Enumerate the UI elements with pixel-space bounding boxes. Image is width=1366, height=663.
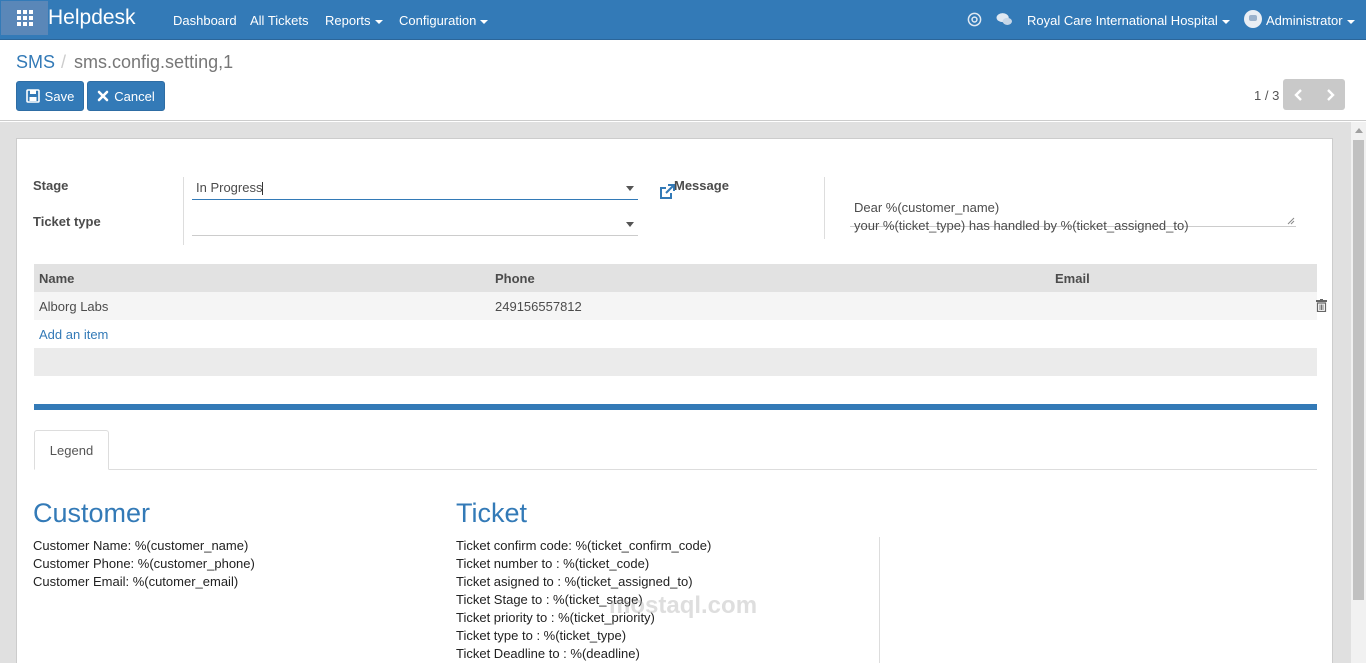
label-divider	[183, 177, 184, 245]
pager-next-button[interactable]	[1314, 79, 1345, 110]
pager-value[interactable]: 1 / 3	[1254, 88, 1279, 103]
cancel-button-label: Cancel	[114, 88, 155, 104]
legend-line: Ticket number to : %(ticket_code)	[456, 556, 650, 571]
chevron-right-icon	[1326, 88, 1335, 101]
stage-label: Stage	[33, 178, 69, 193]
cancel-button[interactable]: Cancel	[87, 81, 165, 111]
legend-line: Customer Email: %(cutomer_email)	[33, 574, 239, 589]
table-row[interactable]: Alborg Labs 249156557812	[34, 292, 1327, 320]
vertical-scrollbar[interactable]	[1351, 122, 1366, 663]
app-brand[interactable]: Helpdesk	[48, 6, 136, 30]
avatar[interactable]	[1244, 10, 1262, 28]
resize-handle-icon[interactable]	[1287, 217, 1295, 225]
chevron-down-icon[interactable]	[626, 186, 634, 191]
breadcrumb-parent[interactable]: SMS	[16, 52, 55, 72]
menu-reports[interactable]: Reports	[325, 13, 383, 28]
apps-menu-icon[interactable]	[1, 1, 48, 35]
breadcrumb-current: sms.config.setting,1	[74, 52, 234, 72]
add-item-link[interactable]: Add an item	[39, 327, 108, 342]
save-button-label: Save	[44, 88, 75, 104]
top-navbar: Helpdesk Dashboard All Tickets Reports C…	[0, 0, 1366, 40]
breadcrumb: SMS / sms.config.setting,1	[16, 52, 233, 73]
chevron-down-icon	[1221, 19, 1230, 24]
trash-icon[interactable]	[1316, 299, 1327, 312]
column-header-name[interactable]: Name	[39, 271, 74, 286]
message-textarea[interactable]: Dear %(customer_name) your %(ticket_type…	[850, 179, 1296, 233]
legend-line: Customer Name: %(customer_name)	[33, 538, 249, 553]
chevron-down-icon[interactable]	[626, 222, 634, 227]
chat-bubbles-icon[interactable]	[996, 12, 1013, 27]
watermark: mostaql.com	[609, 592, 758, 619]
table-header: Name Phone Email	[34, 264, 1317, 292]
floppy-disk-icon	[25, 89, 40, 103]
message-text: Dear %(customer_name) your %(ticket_type…	[854, 200, 1189, 233]
control-panel: SMS / sms.config.setting,1 Save Cancel 1 /…	[0, 40, 1366, 121]
menu-configuration-label: Configuration	[399, 13, 477, 28]
cell-phone: 249156557812	[495, 299, 582, 314]
menu-reports-label: Reports	[325, 13, 371, 28]
pager-previous-button[interactable]	[1283, 79, 1314, 110]
stage-select[interactable]: In Progress	[192, 176, 638, 200]
text-cursor	[262, 182, 264, 196]
chevron-down-icon	[1346, 19, 1355, 24]
ticket-type-select[interactable]	[192, 212, 638, 236]
chevron-down-icon	[374, 19, 383, 24]
chevron-down-icon	[480, 19, 489, 24]
column-header-phone[interactable]: Phone	[495, 271, 535, 286]
section-divider	[34, 404, 1317, 410]
customer-legend-title: Customer	[33, 498, 151, 528]
save-button[interactable]: Save	[16, 81, 84, 111]
close-icon	[97, 90, 109, 102]
table-empty-row	[34, 348, 1317, 376]
company-name: Royal Care International Hospital	[1027, 13, 1218, 28]
menu-all-tickets[interactable]: All Tickets	[250, 13, 309, 28]
legend-line: Ticket confirm code: %(ticket_confirm_co…	[456, 538, 712, 553]
form-sheet: Stage Ticket type In Progress Message De…	[16, 138, 1333, 663]
cell-name: Alborg Labs	[39, 299, 109, 314]
menu-configuration[interactable]: Configuration	[399, 13, 489, 28]
scrollbar-thumb[interactable]	[1353, 140, 1364, 600]
tab-legend[interactable]: Legend	[34, 430, 109, 470]
legend-line: Ticket asigned to : %(ticket_assigned_to…	[456, 574, 693, 589]
notebook-tab-line	[34, 469, 1317, 470]
form-view: Stage Ticket type In Progress Message De…	[0, 122, 1351, 663]
breadcrumb-separator: /	[61, 52, 67, 72]
ticket-legend-title: Ticket	[456, 498, 528, 528]
message-label: Message	[674, 178, 729, 193]
company-switcher[interactable]: Royal Care International Hospital	[1027, 13, 1230, 28]
user-name: Administrator	[1266, 13, 1343, 28]
stage-select-value: In Progress	[196, 180, 263, 195]
user-menu[interactable]: Administrator	[1266, 13, 1355, 28]
legend-line: Customer Phone: %(customer_phone)	[33, 556, 255, 571]
column-header-email[interactable]: Email	[1055, 271, 1090, 286]
at-sign-icon[interactable]	[967, 12, 982, 27]
legend-column-divider	[879, 537, 880, 663]
legend-line: Ticket Deadline to : %(deadline)	[456, 646, 640, 661]
chevron-left-icon	[1293, 88, 1302, 101]
menu-dashboard[interactable]: Dashboard	[173, 13, 237, 28]
ticket-type-label: Ticket type	[33, 214, 101, 229]
message-divider	[824, 177, 825, 239]
legend-line: Ticket type to : %(ticket_type)	[456, 628, 627, 643]
customer-legend-list: Customer Name: %(customer_name) Customer…	[33, 537, 255, 591]
scroll-up-arrow-icon[interactable]	[1355, 128, 1363, 133]
